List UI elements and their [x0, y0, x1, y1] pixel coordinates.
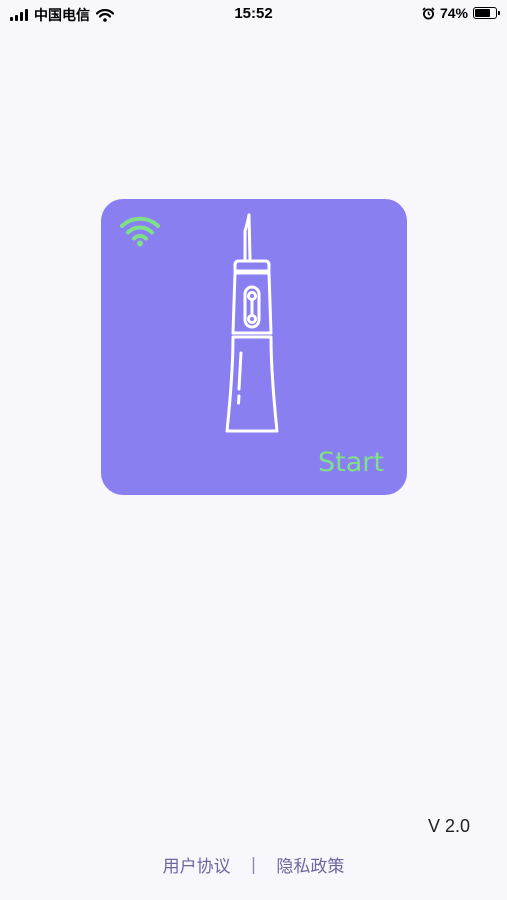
battery-icon [473, 7, 500, 19]
battery-percent: 74% [439, 5, 468, 21]
status-bar: 中国电信 15:52 74% [0, 0, 507, 28]
alarm-icon [422, 6, 435, 19]
footer-links: 用户协议 | 隐私政策 [0, 852, 507, 878]
privacy-policy-link[interactable]: 隐私政策 [276, 852, 344, 877]
status-bar-right: 74% [422, 5, 500, 21]
water-flosser-icon [225, 213, 279, 433]
start-button-label[interactable]: Start [318, 447, 384, 478]
app-screen: 中国电信 15:52 74% Start V 2.0 用户协议 | 隐私政策 [0, 0, 507, 900]
user-agreement-link[interactable]: 用户协议 [163, 852, 231, 877]
battery-fill [475, 9, 490, 17]
app-version: V 2.0 [427, 816, 470, 836]
footer-separator: | [250, 854, 257, 875]
device-start-card[interactable]: Start [101, 199, 407, 495]
wifi-icon [120, 216, 160, 247]
